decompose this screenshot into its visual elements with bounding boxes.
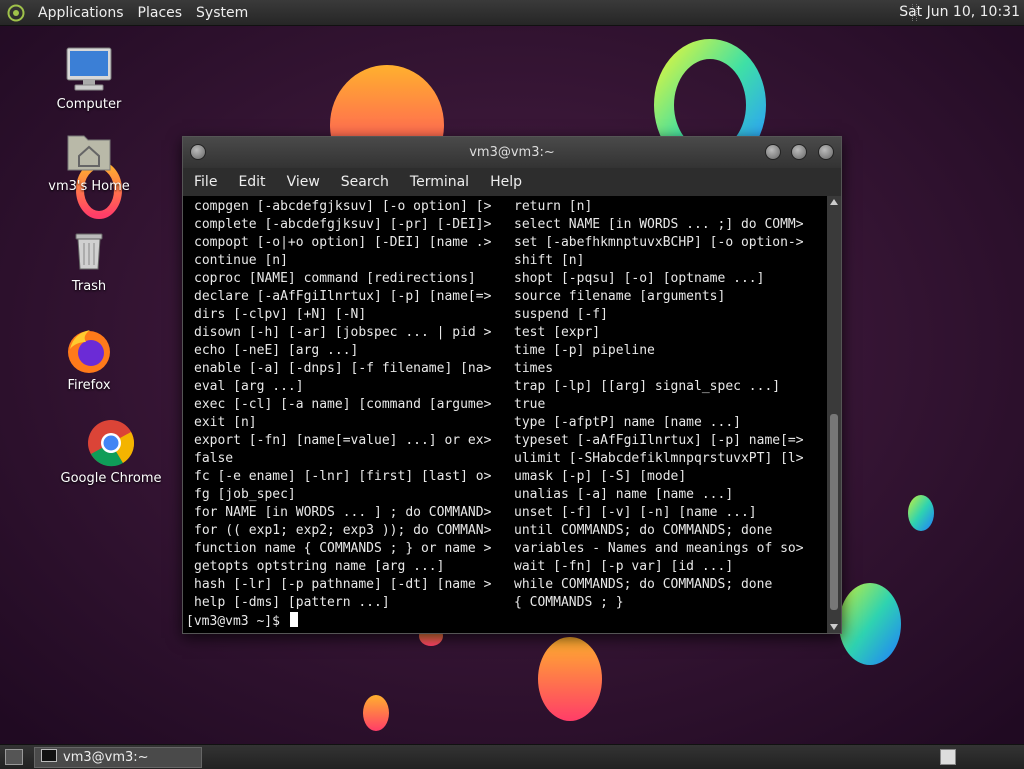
terminal-line: type [-afptP] name [name ...]: [514, 415, 741, 430]
maximize-icon[interactable]: [791, 144, 807, 160]
desktop-icon-label: Google Chrome: [60, 471, 162, 486]
menu-help[interactable]: Help: [479, 174, 532, 190]
terminal-menubar: File Edit View Search Terminal Help: [183, 168, 841, 196]
close-icon[interactable]: [818, 144, 834, 160]
terminal-line: help [-dms] [pattern ...]: [194, 595, 390, 610]
terminal-line: hash [-lr] [-p pathname] [-dt] [name >: [194, 577, 492, 592]
terminal-icon: [41, 749, 57, 762]
terminal-line: wait [-fn] [-p var] [id ...]: [514, 559, 734, 574]
terminal-line: complete [-abcdefgjksuv] [-pr] [-DEI]>: [194, 217, 492, 232]
terminal-line: trap [-lp] [[arg] signal_spec ...]: [514, 379, 781, 394]
terminal-line: fc [-e ename] [-lnr] [first] [last] o>: [194, 469, 492, 484]
window-title: vm3@vm3:~: [469, 145, 555, 160]
terminal-line: set [-abefhkmnptuvxBCHP] [-o option->: [514, 235, 804, 250]
chrome-icon: [88, 420, 135, 467]
terminal-line: true: [514, 397, 546, 412]
terminal-line: return [n]: [514, 199, 593, 214]
desktop-icon-firefox[interactable]: Firefox: [34, 327, 144, 393]
firefox-icon: [68, 330, 110, 373]
terminal-line: shift [n]: [514, 253, 585, 268]
terminal-scrollbar[interactable]: [827, 196, 841, 633]
desktop-icon-trash[interactable]: Trash: [34, 228, 144, 294]
applications-menu[interactable]: Applications: [31, 5, 131, 21]
scroll-down-icon[interactable]: [830, 624, 838, 630]
terminal-output-right: return [n] select NAME [in WORDS ... ;] d…: [514, 198, 804, 612]
terminal-line: export [-fn] [name[=value] ...] or ex>: [194, 433, 492, 448]
terminal-line: for NAME [in WORDS ... ] ; do COMMAND>: [194, 505, 492, 520]
terminal-line: suspend [-f]: [514, 307, 608, 322]
window-titlebar[interactable]: vm3@vm3:~: [183, 137, 841, 168]
distro-logo-icon[interactable]: [7, 4, 25, 22]
terminal-line: exit [n]: [194, 415, 257, 430]
workspace-switcher[interactable]: [940, 749, 956, 765]
task-label: vm3@vm3:~: [63, 750, 149, 765]
desktop-icon-label: Firefox: [67, 378, 111, 393]
terminal-line: select NAME [in WORDS ... ;] do COMM>: [514, 217, 804, 232]
window-menu-icon[interactable]: [190, 144, 206, 160]
menu-file[interactable]: File: [183, 174, 227, 190]
trash-icon: [75, 233, 103, 270]
terminal-line: false: [194, 451, 234, 466]
terminal-line: typeset [-aAfFgiIlnrtux] [-p] name[=>: [514, 433, 804, 448]
terminal-line: time [-p] pipeline: [514, 343, 655, 358]
terminal-line: source filename [arguments]: [514, 289, 726, 304]
text-cursor: [289, 612, 298, 627]
menu-search[interactable]: Search: [330, 174, 399, 190]
terminal-window[interactable]: vm3@vm3:~ File Edit View Search Terminal…: [182, 136, 842, 634]
terminal-line: unset [-f] [-v] [-n] [name ...]: [514, 505, 757, 520]
terminal-line: times: [514, 361, 554, 376]
terminal-line: shopt [-pqsu] [-o] [optname ...]: [514, 271, 765, 286]
terminal-line: unalias [-a] name [name ...]: [514, 487, 734, 502]
terminal-line: variables - Names and meanings of so>: [514, 541, 804, 556]
terminal-output-left: compgen [-abcdefgjksuv] [-o option] [> co…: [194, 198, 491, 612]
desktop-icon-label: Computer: [56, 97, 122, 112]
terminal-line: for (( exp1; exp2; exp3 )); do COMMAN>: [194, 523, 492, 538]
terminal-line: compgen [-abcdefgjksuv] [-o option] [>: [194, 199, 492, 214]
menu-edit[interactable]: Edit: [227, 174, 275, 190]
menu-terminal[interactable]: Terminal: [399, 174, 479, 190]
minimize-icon[interactable]: [765, 144, 781, 160]
terminal-line: compopt [-o|+o option] [-DEI] [name .>: [194, 235, 492, 250]
desktop-icon-computer[interactable]: Computer: [34, 46, 144, 112]
show-desktop-icon[interactable]: [5, 749, 23, 765]
terminal-line: disown [-h] [-ar] [jobspec ... | pid >: [194, 325, 492, 340]
terminal-line: enable [-a] [-dnps] [-f filename] [na>: [194, 361, 492, 376]
prompt-text: [vm3@vm3 ~]$: [186, 614, 280, 629]
terminal-line: getopts optstring name [arg ...]: [194, 559, 445, 574]
home-folder-icon: [67, 135, 111, 171]
desktop-icon-label: Trash: [71, 279, 107, 294]
scrollbar-thumb[interactable]: [830, 414, 838, 610]
desktop-icon-chrome[interactable]: Google Chrome: [56, 418, 166, 486]
desktop-icon-label: vm3's Home: [48, 179, 130, 194]
terminal-line: echo [-neE] [arg ...]: [194, 343, 359, 358]
terminal-line: dirs [-clpv] [+N] [-N]: [194, 307, 367, 322]
bottom-panel: vm3@vm3:~: [0, 744, 1024, 769]
terminal-line: coproc [NAME] command [redirections]: [194, 271, 476, 286]
terminal-line: continue [n]: [194, 253, 288, 268]
scroll-up-icon[interactable]: [830, 199, 838, 205]
taskbar-terminal-button[interactable]: vm3@vm3:~: [34, 747, 202, 768]
top-panel: Applications Places System Sat Jun 10, 1…: [0, 0, 1024, 26]
terminal-line: test [expr]: [514, 325, 601, 340]
menu-view[interactable]: View: [276, 174, 330, 190]
places-menu[interactable]: Places: [131, 5, 190, 21]
system-menu[interactable]: System: [189, 5, 255, 21]
terminal-line: function name { COMMANDS ; } or name >: [194, 541, 492, 556]
terminal-line: fg [job_spec]: [194, 487, 296, 502]
terminal-line: ulimit [-SHabcdefiklmnpqrstuvxPT] [l>: [514, 451, 804, 466]
terminal-line: until COMMANDS; do COMMANDS; done: [514, 523, 773, 538]
computer-icon: [66, 47, 112, 91]
terminal-line: umask [-p] [-S] [mode]: [514, 469, 687, 484]
terminal-line: eval [arg ...]: [194, 379, 304, 394]
shell-prompt[interactable]: [vm3@vm3 ~]$: [186, 612, 298, 631]
terminal-line: exec [-cl] [-a name] [command [argume>: [194, 397, 492, 412]
clock[interactable]: Sat Jun 10, 10:31: [899, 4, 1020, 20]
terminal-line: while COMMANDS; do COMMANDS; done: [514, 577, 773, 592]
terminal-line: { COMMANDS ; }: [514, 595, 624, 610]
terminal-line: declare [-aAfFgiIlnrtux] [-p] [name[=>: [194, 289, 492, 304]
desktop-icon-home[interactable]: vm3's Home: [34, 128, 144, 194]
terminal-screen[interactable]: compgen [-abcdefgjksuv] [-o option] [> co…: [183, 196, 826, 633]
